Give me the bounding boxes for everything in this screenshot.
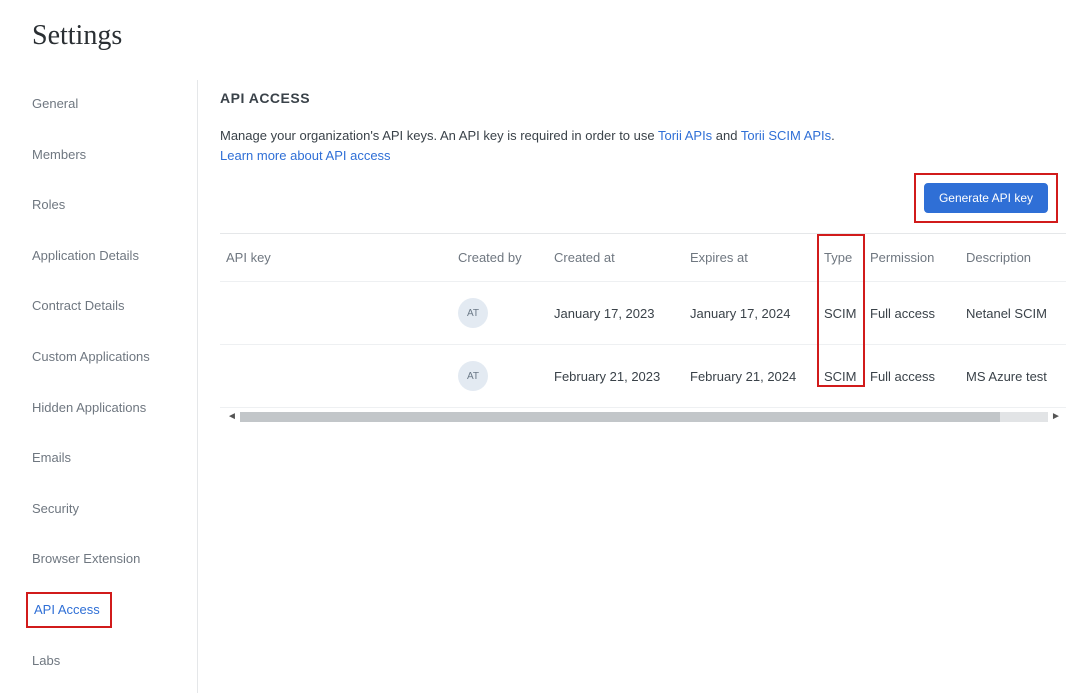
settings-sidebar: General Members Roles Application Detail… bbox=[0, 80, 198, 693]
cell-api-key bbox=[220, 282, 450, 345]
avatar: AT bbox=[458, 361, 488, 391]
col-header-type: Type bbox=[816, 234, 862, 282]
cell-permission: Full access bbox=[862, 345, 958, 408]
intro-text-part2: and bbox=[712, 128, 741, 143]
link-learn-more[interactable]: Learn more about API access bbox=[220, 148, 391, 163]
main-content: API ACCESS Manage your organization's AP… bbox=[198, 80, 1066, 424]
intro-text-part1: Manage your organization's API keys. An … bbox=[220, 128, 658, 143]
cell-type: SCIM bbox=[816, 282, 862, 345]
api-keys-table-wrapper: API key Created by Created at Expires at… bbox=[220, 233, 1066, 424]
cell-permission: Full access bbox=[862, 282, 958, 345]
cell-created-at: January 17, 2023 bbox=[546, 282, 682, 345]
scroll-thumb[interactable] bbox=[240, 412, 1000, 422]
link-torii-apis[interactable]: Torii APIs bbox=[658, 128, 712, 143]
col-header-permission: Permission bbox=[862, 234, 958, 282]
sidebar-item-application-details[interactable]: Application Details bbox=[0, 238, 197, 274]
cell-expires-at: January 17, 2024 bbox=[682, 282, 816, 345]
section-intro: Manage your organization's API keys. An … bbox=[220, 126, 1066, 165]
sidebar-item-labs[interactable]: Labs bbox=[0, 643, 197, 679]
cell-api-key bbox=[220, 345, 450, 408]
avatar: AT bbox=[458, 298, 488, 328]
col-header-expires-at: Expires at bbox=[682, 234, 816, 282]
sidebar-item-emails[interactable]: Emails bbox=[0, 440, 197, 476]
cell-created-by: AT bbox=[450, 345, 546, 408]
sidebar-item-security[interactable]: Security bbox=[0, 491, 197, 527]
col-header-created-at: Created at bbox=[546, 234, 682, 282]
highlight-api-access: API Access bbox=[26, 592, 112, 628]
col-header-api-key: API key bbox=[220, 234, 450, 282]
api-keys-table: API key Created by Created at Expires at… bbox=[220, 234, 1066, 408]
sidebar-item-roles[interactable]: Roles bbox=[0, 187, 197, 223]
scroll-right-icon[interactable]: ► bbox=[1048, 412, 1064, 422]
highlight-generate-button: Generate API key bbox=[914, 173, 1058, 223]
col-header-description: Description bbox=[958, 234, 1066, 282]
table-row: AT January 17, 2023 January 17, 2024 SCI… bbox=[220, 282, 1066, 345]
sidebar-item-members[interactable]: Members bbox=[0, 137, 197, 173]
horizontal-scrollbar[interactable]: ◄ ► bbox=[220, 410, 1066, 424]
page-title: Settings bbox=[0, 0, 1066, 80]
sidebar-item-general[interactable]: General bbox=[0, 86, 197, 122]
cell-description: MS Azure test bbox=[958, 345, 1066, 408]
sidebar-item-browser-extension[interactable]: Browser Extension bbox=[0, 541, 197, 577]
sidebar-item-api-access[interactable]: API Access bbox=[28, 594, 110, 626]
intro-text-part3: . bbox=[831, 128, 835, 143]
sidebar-item-hidden-applications[interactable]: Hidden Applications bbox=[0, 390, 197, 426]
cell-type: SCIM bbox=[816, 345, 862, 408]
generate-api-key-button[interactable]: Generate API key bbox=[924, 183, 1048, 213]
sidebar-item-contract-details[interactable]: Contract Details bbox=[0, 288, 197, 324]
sidebar-item-custom-applications[interactable]: Custom Applications bbox=[0, 339, 197, 375]
cell-created-at: February 21, 2023 bbox=[546, 345, 682, 408]
scroll-track[interactable] bbox=[240, 412, 1048, 422]
section-title: API ACCESS bbox=[220, 80, 1066, 106]
table-row: AT February 21, 2023 February 21, 2024 S… bbox=[220, 345, 1066, 408]
cell-description: Netanel SCIM bbox=[958, 282, 1066, 345]
col-header-created-by: Created by bbox=[450, 234, 546, 282]
scroll-left-icon[interactable]: ◄ bbox=[224, 412, 240, 422]
link-torii-scim-apis[interactable]: Torii SCIM APIs bbox=[741, 128, 831, 143]
cell-expires-at: February 21, 2024 bbox=[682, 345, 816, 408]
cell-created-by: AT bbox=[450, 282, 546, 345]
